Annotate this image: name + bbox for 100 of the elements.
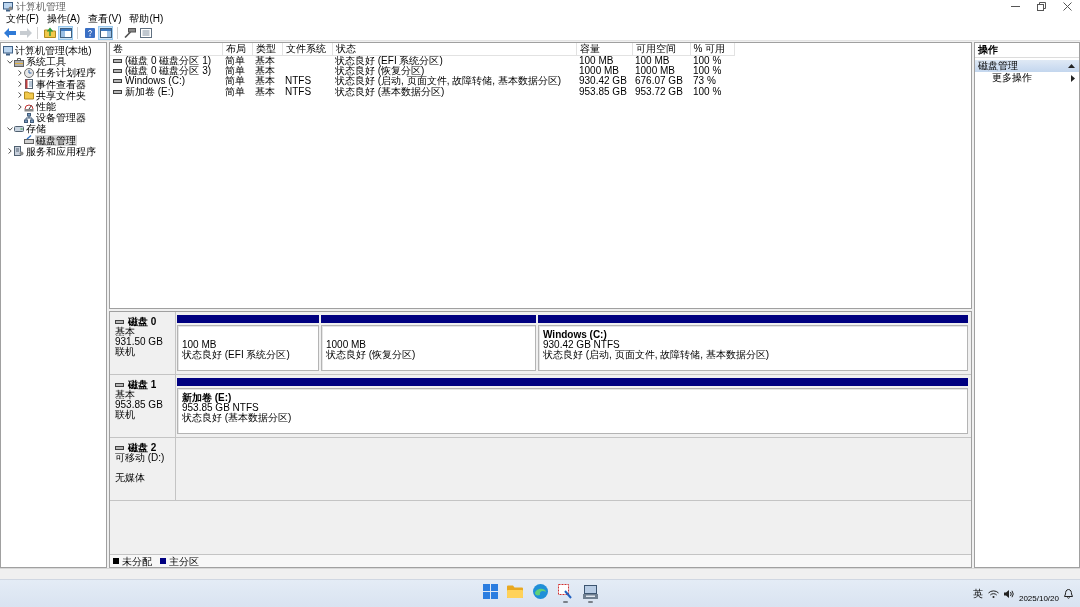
legend-label: 未分配: [122, 555, 152, 567]
partition-name: 新加卷 (E:): [182, 393, 233, 403]
table-cell: 状态良好 (恢复分区): [332, 65, 576, 77]
partition-status: 状态良好 (EFI 系统分区): [182, 349, 291, 360]
table-cell-text: NTFS: [284, 86, 313, 98]
tree-item[interactable]: 性能: [35, 101, 57, 113]
tree-item[interactable]: 共享文件夹: [35, 89, 87, 101]
disk-type: 可移动 (D:): [115, 453, 166, 463]
hard-drive-icon: [14, 123, 24, 134]
toolbar-button[interactable]: [138, 25, 153, 40]
partition[interactable]: 1000 MB 状态良好 (恢复分区): [321, 325, 536, 371]
bell-icon[interactable]: [1064, 588, 1073, 599]
chevron-down-icon[interactable]: [6, 59, 13, 64]
dashed-frame-icon[interactable]: [558, 584, 572, 599]
computer-icon[interactable]: [582, 584, 598, 599]
tree-item[interactable]: 系统工具: [25, 56, 67, 68]
disk-drive-icon: [115, 382, 124, 387]
table-cell-text: 简单: [224, 86, 246, 98]
taskbar-date[interactable]: 2025/10/20: [1018, 593, 1059, 603]
hammer-icon: [123, 27, 136, 38]
tree-item[interactable]: 计算机管理(本地): [14, 45, 93, 57]
disk-status: 联机: [115, 346, 136, 357]
partition-status: 状态良好 (恢复分区): [326, 349, 417, 360]
chevron-right-icon[interactable]: [17, 103, 22, 110]
chevron-right-icon[interactable]: [17, 69, 22, 76]
column-header[interactable]: 可用空间: [632, 43, 690, 55]
menu-item[interactable]: 查看(V): [84, 13, 126, 25]
partition[interactable]: Windows (C:) 930.42 GB NTFS 状态良好 (启动, 页面文件, 故障转储, 基本数据分区): [538, 325, 968, 371]
chevron-right-icon[interactable]: [17, 92, 22, 99]
partition-status: 状态良好 (启动, 页面文件, 故障转储, 基本数据分区): [543, 349, 771, 360]
table-cell-text: 676.07 GB: [634, 76, 684, 87]
log-book-icon: [24, 79, 34, 90]
tree-item[interactable]: 任务计划程序: [35, 67, 97, 79]
column-header[interactable]: 卷: [110, 43, 222, 55]
back-icon: [3, 27, 16, 38]
disk-drive-icon: [115, 319, 124, 324]
column-header[interactable]: 文件系统: [282, 43, 332, 55]
partition[interactable]: 新加卷 (E:) 953.85 GB NTFS 状态良好 (基本数据分区): [177, 388, 968, 434]
partition[interactable]: 100 MB 状态良好 (EFI 系统分区): [177, 325, 319, 371]
section-header[interactable]: 磁盘管理: [975, 60, 1079, 72]
table-cell-text: 基本: [254, 86, 276, 98]
table-cell-text: 基本: [254, 76, 276, 87]
table-cell: (磁盘 0 磁盘分区 1): [125, 55, 212, 66]
window-title: 计算机管理: [16, 0, 66, 13]
toolbar-button[interactable]: [82, 25, 97, 40]
input-method-indicator[interactable]: 英: [972, 588, 983, 599]
folder-icon: [24, 90, 34, 101]
partition-size: 1000 MB: [326, 339, 368, 350]
table-cell: Windows (C:): [125, 76, 185, 87]
column-header[interactable]: 状态: [332, 43, 576, 55]
server-icon: [14, 146, 24, 157]
disk-status: 无媒体: [115, 472, 146, 483]
swirl-icon[interactable]: [532, 584, 548, 599]
start-icon[interactable]: [482, 584, 498, 599]
speaker-icon[interactable]: [1003, 589, 1014, 598]
toolbar-button[interactable]: [42, 25, 57, 40]
chevron-right-icon[interactable]: [7, 148, 12, 155]
tree-item[interactable]: 磁盘管理: [35, 134, 77, 146]
close-icon[interactable]: [1062, 2, 1072, 11]
table-cell: 简单: [222, 55, 252, 66]
partition-status: 状态良好 (基本数据分区): [182, 412, 293, 423]
column-header[interactable]: 容量: [576, 43, 632, 55]
column-header[interactable]: 类型: [252, 43, 282, 55]
toolbar-button[interactable]: [122, 25, 137, 40]
caret-right-icon: [1071, 74, 1075, 82]
chevron-right-icon[interactable]: [17, 81, 22, 88]
disk-name: 磁盘 0: [128, 316, 157, 327]
table-cell: 100 MB: [632, 55, 690, 66]
action-item[interactable]: 更多操作: [975, 72, 1079, 84]
menu-item[interactable]: 操作(A): [42, 13, 85, 25]
tree-item[interactable]: 服务和应用程序: [25, 145, 97, 157]
table-cell: 100 MB: [576, 55, 632, 66]
chevron-down-icon[interactable]: [6, 126, 13, 131]
forward-icon: [19, 27, 32, 38]
column-header[interactable]: % 可用: [690, 43, 734, 55]
toolbar-button[interactable]: [58, 25, 73, 40]
tree-item[interactable]: 存储: [25, 123, 47, 135]
tree-item[interactable]: 设备管理器: [35, 112, 87, 124]
device-tree-icon: [24, 112, 34, 123]
table-cell: 新加卷 (E:): [125, 86, 174, 97]
toolbar-button[interactable]: [98, 25, 113, 40]
table-cell: 1000 MB: [576, 65, 632, 77]
disk-name: 磁盘 1: [128, 379, 157, 390]
restore-icon[interactable]: [1036, 2, 1046, 11]
table-cell-text: 状态良好 (启动, 页面文件, 故障转储, 基本数据分区): [334, 76, 563, 87]
partition-size: 100 MB: [182, 339, 218, 350]
menu-item[interactable]: 文件(F): [2, 13, 43, 25]
tree-item[interactable]: 事件查看器: [35, 78, 87, 90]
minimize-icon[interactable]: [1010, 6, 1020, 7]
table-cell: 100 %: [690, 55, 734, 66]
table-cell: 基本: [252, 55, 282, 66]
wifi-icon[interactable]: [987, 589, 999, 598]
table-cell-text: 简单: [224, 76, 246, 87]
column-header[interactable]: 布局: [222, 43, 252, 55]
table-cell-text: 930.42 GB: [578, 76, 628, 87]
disk-size: 953.85 GB: [115, 399, 164, 410]
disk-type: 基本: [115, 390, 135, 400]
table-cell-text: 953.85 GB: [578, 86, 628, 98]
gauge-icon: [24, 101, 34, 112]
menu-item[interactable]: 帮助(H): [125, 13, 168, 25]
